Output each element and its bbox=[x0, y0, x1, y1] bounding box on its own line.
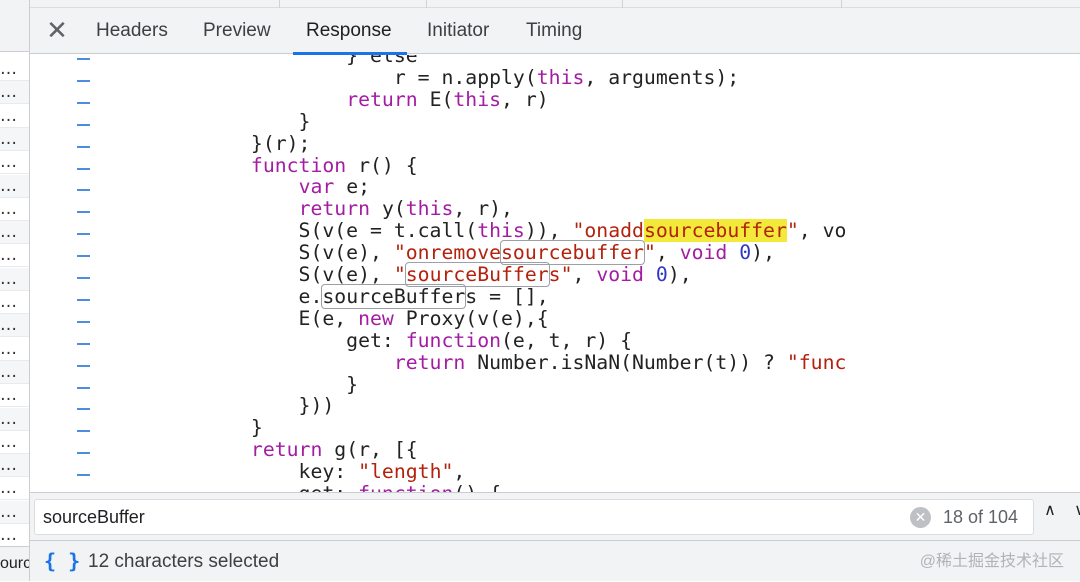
search-input[interactable]: sourceBuffer ✕ 18 of 104 bbox=[34, 499, 1034, 535]
gutter-marker bbox=[77, 255, 90, 258]
request-list-panel: ……………………………………………………… ourc bbox=[0, 0, 30, 581]
request-list-item[interactable]: … bbox=[0, 151, 29, 175]
gutter-marker bbox=[77, 189, 90, 192]
search-bar: sourceBuffer ✕ 18 of 104 ∧ ∨ bbox=[30, 492, 1080, 540]
request-list-item[interactable]: … bbox=[0, 407, 29, 431]
gutter-marker bbox=[77, 79, 90, 82]
request-list-item[interactable]: … bbox=[0, 338, 29, 361]
code-line: var e; bbox=[298, 175, 371, 199]
code-line: E(e, new Proxy(v(e),{ bbox=[108, 306, 549, 330]
request-list-item[interactable]: … bbox=[0, 454, 29, 478]
gutter-marker bbox=[77, 452, 90, 455]
request-list-item[interactable]: … bbox=[0, 105, 29, 128]
code-line: S(v(e), "onremovesourcebuffer", void 0), bbox=[108, 240, 775, 266]
code-line: e.sourceBuffers = [], bbox=[108, 283, 549, 309]
request-list-item[interactable]: … bbox=[0, 431, 29, 454]
pretty-print-icon[interactable]: { } bbox=[44, 541, 80, 582]
gutter-marker bbox=[77, 408, 90, 411]
previous-match-button[interactable]: ∧ bbox=[1036, 499, 1064, 523]
code-line: return E(this, r) bbox=[346, 87, 549, 111]
gutter-marker bbox=[77, 123, 90, 126]
request-list-header bbox=[0, 0, 29, 52]
code-line: return Number.isNaN(Number(t)) ? "func bbox=[393, 350, 847, 374]
gutter-marker bbox=[77, 342, 90, 345]
gutter-marker bbox=[77, 58, 90, 60]
code-line: key: "length", bbox=[108, 460, 466, 484]
code-line: S(v(e = t.call(this)), "onaddsourcebuffe… bbox=[108, 219, 847, 243]
code-line: return g(r, [{ bbox=[250, 438, 418, 462]
search-query: sourceBuffer bbox=[43, 507, 145, 527]
request-list-item[interactable]: … bbox=[0, 477, 29, 501]
gutter-marker bbox=[77, 474, 90, 477]
request-list-item[interactable]: … bbox=[0, 81, 29, 105]
tab-preview[interactable]: Preview bbox=[203, 8, 271, 54]
tab-timing[interactable]: Timing bbox=[526, 8, 582, 54]
request-list-item[interactable]: … bbox=[0, 267, 29, 291]
code-line: } bbox=[108, 109, 311, 133]
code-line: }(r); bbox=[108, 131, 311, 155]
tab-headers[interactable]: Headers bbox=[96, 8, 168, 54]
request-list-item[interactable]: … bbox=[0, 58, 29, 81]
tab-initiator[interactable]: Initiator bbox=[427, 8, 489, 54]
gutter-marker bbox=[77, 101, 90, 104]
code-line: S(v(e), "sourceBuffers", void 0), bbox=[108, 262, 692, 287]
request-list-item[interactable]: … bbox=[0, 291, 29, 314]
gutter-marker bbox=[77, 167, 90, 170]
code-line: function r() { bbox=[250, 153, 418, 177]
match-count: 18 of 104 bbox=[943, 507, 1019, 527]
code-line: get: function() { bbox=[108, 483, 501, 493]
gutter-marker bbox=[77, 277, 90, 279]
request-list-item[interactable]: … bbox=[0, 384, 29, 408]
close-icon[interactable]: ✕ bbox=[44, 17, 70, 44]
request-list-item[interactable]: … bbox=[0, 221, 29, 245]
code-line: } bbox=[108, 416, 263, 440]
next-match-button[interactable]: ∨ bbox=[1066, 499, 1080, 523]
gutter-marker bbox=[77, 211, 90, 214]
request-list-item[interactable]: … bbox=[0, 127, 29, 151]
clear-search-icon[interactable]: ✕ bbox=[910, 507, 931, 528]
request-list-item[interactable]: … bbox=[0, 244, 29, 268]
code-line: })) bbox=[108, 394, 335, 418]
code-line: get: function(e, t, r) { bbox=[108, 328, 633, 352]
gutter-marker bbox=[77, 386, 90, 389]
code-line: return y(this, r), bbox=[298, 197, 513, 221]
tab-response[interactable]: Response bbox=[293, 8, 407, 55]
request-list-item[interactable]: … bbox=[0, 314, 29, 338]
request-list-item[interactable]: … bbox=[0, 524, 29, 547]
request-list-item[interactable]: … bbox=[0, 174, 29, 198]
request-list-item[interactable]: … bbox=[0, 360, 29, 384]
response-source-viewer[interactable]: } else r = n.apply(this, arguments); ret… bbox=[30, 55, 1080, 492]
request-list-item[interactable]: … bbox=[0, 198, 29, 221]
gutter-marker bbox=[77, 430, 90, 433]
request-list-item[interactable]: … bbox=[0, 500, 29, 524]
gutter-marker bbox=[77, 364, 90, 367]
gutter-marker bbox=[77, 298, 90, 301]
request-list-footer: ourc bbox=[0, 546, 29, 581]
status-bar: { } 12 characters selected @稀土掘金技术社区 bbox=[30, 540, 1080, 581]
gutter-marker bbox=[77, 320, 90, 323]
watermark: @稀土掘金技术社区 bbox=[919, 553, 1064, 570]
selection-status: 12 characters selected bbox=[88, 551, 280, 572]
gutter-marker bbox=[77, 233, 90, 236]
details-tab-bar: ✕ Headers Preview Response Initiator Tim… bbox=[30, 8, 1080, 55]
column-header-strip bbox=[30, 0, 1080, 8]
code-line: r = n.apply(this, arguments); bbox=[108, 65, 740, 89]
line-gutter bbox=[30, 55, 100, 492]
gutter-marker bbox=[77, 145, 90, 148]
code-line: } bbox=[108, 372, 359, 396]
